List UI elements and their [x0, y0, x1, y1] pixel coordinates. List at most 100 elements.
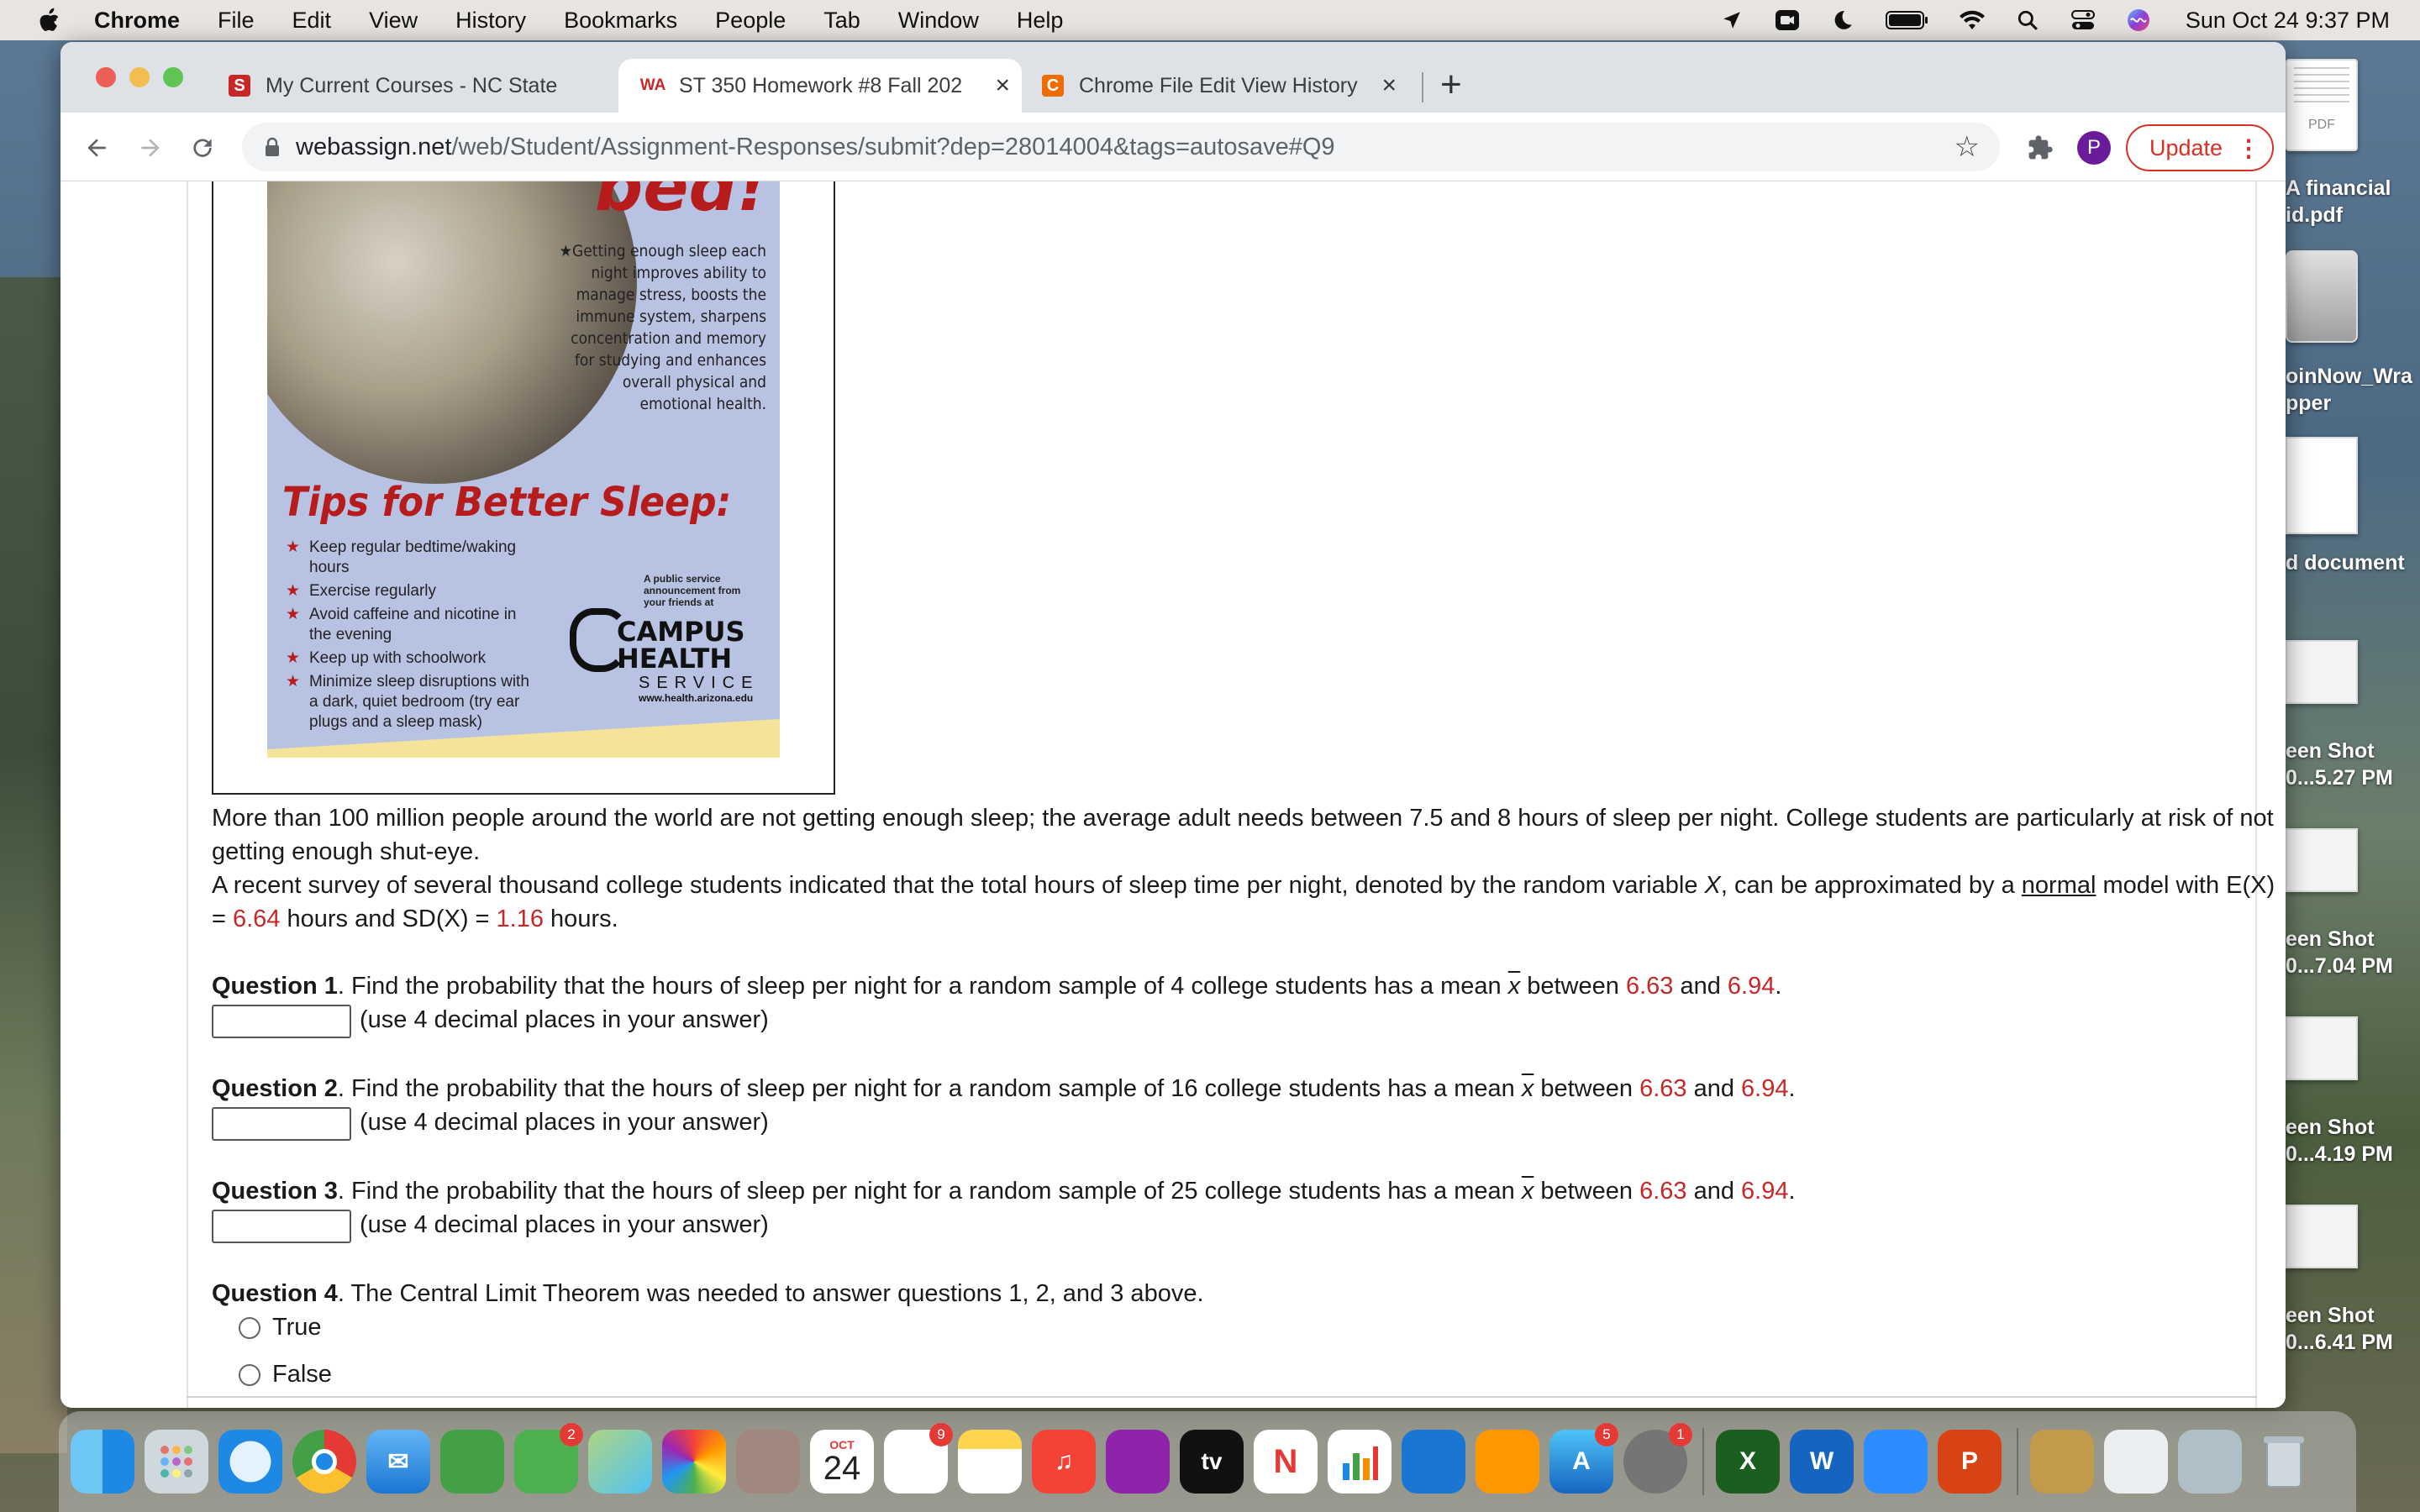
notes-icon[interactable]	[958, 1430, 1022, 1494]
chrome-icon[interactable]	[292, 1430, 356, 1494]
calendar-icon[interactable]: OCT 24	[810, 1430, 874, 1494]
menu-file[interactable]: File	[218, 8, 255, 34]
question-text: and	[1686, 1075, 1742, 1102]
system-preferences-icon[interactable]: 1	[1623, 1423, 1692, 1494]
menu-app-name[interactable]: Chrome	[94, 8, 180, 34]
excel-icon[interactable]: X	[1716, 1430, 1780, 1494]
menu-history[interactable]: History	[455, 8, 526, 34]
facetime-icon[interactable]	[440, 1430, 504, 1494]
pages-icon[interactable]	[1476, 1430, 1539, 1494]
reload-icon[interactable]	[188, 134, 217, 161]
word-icon[interactable]: W	[1790, 1430, 1854, 1494]
normal-link[interactable]: normal	[2022, 872, 2096, 899]
downloads-folder-icon[interactable]	[2030, 1430, 2094, 1494]
desktop-wallpaper	[0, 277, 67, 1453]
menu-bookmarks[interactable]: Bookmarks	[564, 8, 677, 34]
sleep-poster-image: bed! ★Getting enough sleep each night im…	[267, 181, 780, 758]
battery-icon[interactable]	[1885, 8, 1930, 32]
control-center-icon[interactable]	[2070, 8, 2096, 32]
desktop-file-document-thumbnail[interactable]	[2286, 437, 2358, 534]
desktop-screenshot-thumbnail[interactable]	[2286, 828, 2358, 892]
app-store-icon[interactable]: A5	[1549, 1423, 1618, 1494]
close-tab-icon[interactable]: ×	[995, 71, 1010, 100]
tab-chrome-file-edit[interactable]: C Chrome File Edit View History B ×	[1042, 59, 1408, 113]
desktop-screenshot-thumbnail[interactable]	[2286, 640, 2358, 704]
powerpoint-icon[interactable]: P	[1938, 1430, 2002, 1494]
menu-edit[interactable]: Edit	[292, 8, 332, 34]
desktop-screenshot-thumbnail[interactable]	[2286, 1016, 2358, 1080]
zoom-icon[interactable]	[1864, 1430, 1928, 1494]
desktop-label[interactable]: een Shot 0...7.04 PM	[2286, 926, 2420, 979]
false-radio[interactable]	[239, 1364, 260, 1386]
desktop-file-drive-icon[interactable]	[2286, 250, 2358, 343]
messages-icon[interactable]: 2	[514, 1423, 583, 1494]
desktop-label[interactable]: oinNow_Wra pper	[2286, 363, 2420, 417]
close-tab-icon[interactable]: ×	[1381, 71, 1397, 100]
question-text: and	[1673, 973, 1728, 1000]
more-menu-icon[interactable]: ⋮	[2237, 134, 2260, 162]
music-icon[interactable]: ♫	[1032, 1430, 1096, 1494]
bookmark-star-icon[interactable]: ☆	[1954, 130, 1980, 164]
address-bar[interactable]: webassign.net/web/Student/Assignment-Res…	[242, 123, 2000, 171]
photos-icon[interactable]	[662, 1430, 726, 1494]
reminders-icon[interactable]: 9	[884, 1423, 953, 1494]
problem-intro: More than 100 million people around the …	[212, 801, 2286, 869]
mail-icon[interactable]: ✉	[366, 1430, 430, 1494]
lower-bound: 6.63	[1639, 1075, 1687, 1102]
menu-tab[interactable]: Tab	[823, 8, 860, 34]
siri-icon[interactable]	[2125, 8, 2152, 32]
spotlight-search-icon[interactable]	[2014, 8, 2041, 32]
q3-answer-input[interactable]	[212, 1210, 351, 1243]
false-label[interactable]: False	[272, 1361, 332, 1389]
apple-menu-icon[interactable]	[37, 8, 60, 33]
q1-answer-input[interactable]	[212, 1005, 351, 1038]
wifi-icon[interactable]	[1959, 8, 1986, 32]
recent-document-icon[interactable]	[2104, 1430, 2168, 1494]
desktop-label[interactable]: A financial id.pdf	[2286, 175, 2420, 228]
menu-help[interactable]: Help	[1017, 8, 1064, 34]
do-not-disturb-icon[interactable]	[1829, 8, 1856, 32]
menu-view[interactable]: View	[369, 8, 418, 34]
desktop-label[interactable]: een Shot 0...6.41 PM	[2286, 1302, 2420, 1356]
location-icon[interactable]	[1718, 8, 1745, 32]
extensions-puzzle-icon[interactable]	[2027, 134, 2054, 161]
back-arrow-icon[interactable]	[82, 134, 111, 161]
poster-url: www.health.arizona.edu	[639, 692, 754, 704]
menu-window[interactable]: Window	[898, 8, 979, 34]
podcasts-icon[interactable]	[1106, 1430, 1170, 1494]
maps-icon[interactable]	[588, 1430, 652, 1494]
news-icon[interactable]: N	[1254, 1430, 1318, 1494]
desktop-file-pdf-thumbnail[interactable]: PDF	[2286, 59, 2358, 151]
new-tab-button[interactable]: +	[1440, 64, 1462, 106]
desktop-label[interactable]: een Shot 0...4.19 PM	[2286, 1114, 2420, 1168]
launchpad-icon[interactable]	[145, 1430, 208, 1494]
desktop-screenshot-thumbnail[interactable]	[2286, 1205, 2358, 1268]
finder-icon[interactable]	[71, 1430, 134, 1494]
keynote-icon[interactable]	[1402, 1430, 1465, 1494]
tab-st350-homework[interactable]: WA ST 350 Homework #8 Fall 202 ×	[618, 59, 1022, 113]
menu-people[interactable]: People	[715, 8, 786, 34]
close-window-button[interactable]	[96, 67, 116, 87]
minimize-window-button[interactable]	[129, 67, 150, 87]
apple-tv-icon[interactable]: tv	[1180, 1430, 1244, 1494]
desktop-label[interactable]: een Shot 0...5.27 PM	[2286, 738, 2420, 791]
numbers-icon[interactable]	[1328, 1430, 1392, 1494]
safari-icon[interactable]	[218, 1430, 282, 1494]
camera-icon[interactable]	[1774, 8, 1801, 32]
lock-icon[interactable]	[264, 137, 281, 157]
screen-share-icon[interactable]	[2178, 1430, 2242, 1494]
contacts-icon[interactable]	[736, 1430, 800, 1494]
forward-arrow-icon[interactable]	[136, 134, 165, 161]
tab-title: My Current Courses - NC State	[266, 73, 558, 97]
profile-avatar[interactable]: P	[2077, 131, 2111, 165]
q2-answer-input[interactable]	[212, 1107, 351, 1141]
true-radio[interactable]	[239, 1317, 260, 1339]
true-label[interactable]: True	[272, 1314, 322, 1341]
tab-my-current-courses[interactable]: S My Current Courses - NC State ×	[229, 59, 666, 113]
menu-clock[interactable]: Sun Oct 24 9:37 PM	[2186, 8, 2390, 34]
update-button[interactable]: Update ⋮	[2126, 124, 2274, 171]
desktop-label[interactable]: d document	[2286, 549, 2420, 576]
intro-sentence: More than 100 million people around the …	[212, 805, 2274, 865]
zoom-window-button[interactable]	[163, 67, 183, 87]
trash-icon[interactable]	[2252, 1430, 2316, 1494]
